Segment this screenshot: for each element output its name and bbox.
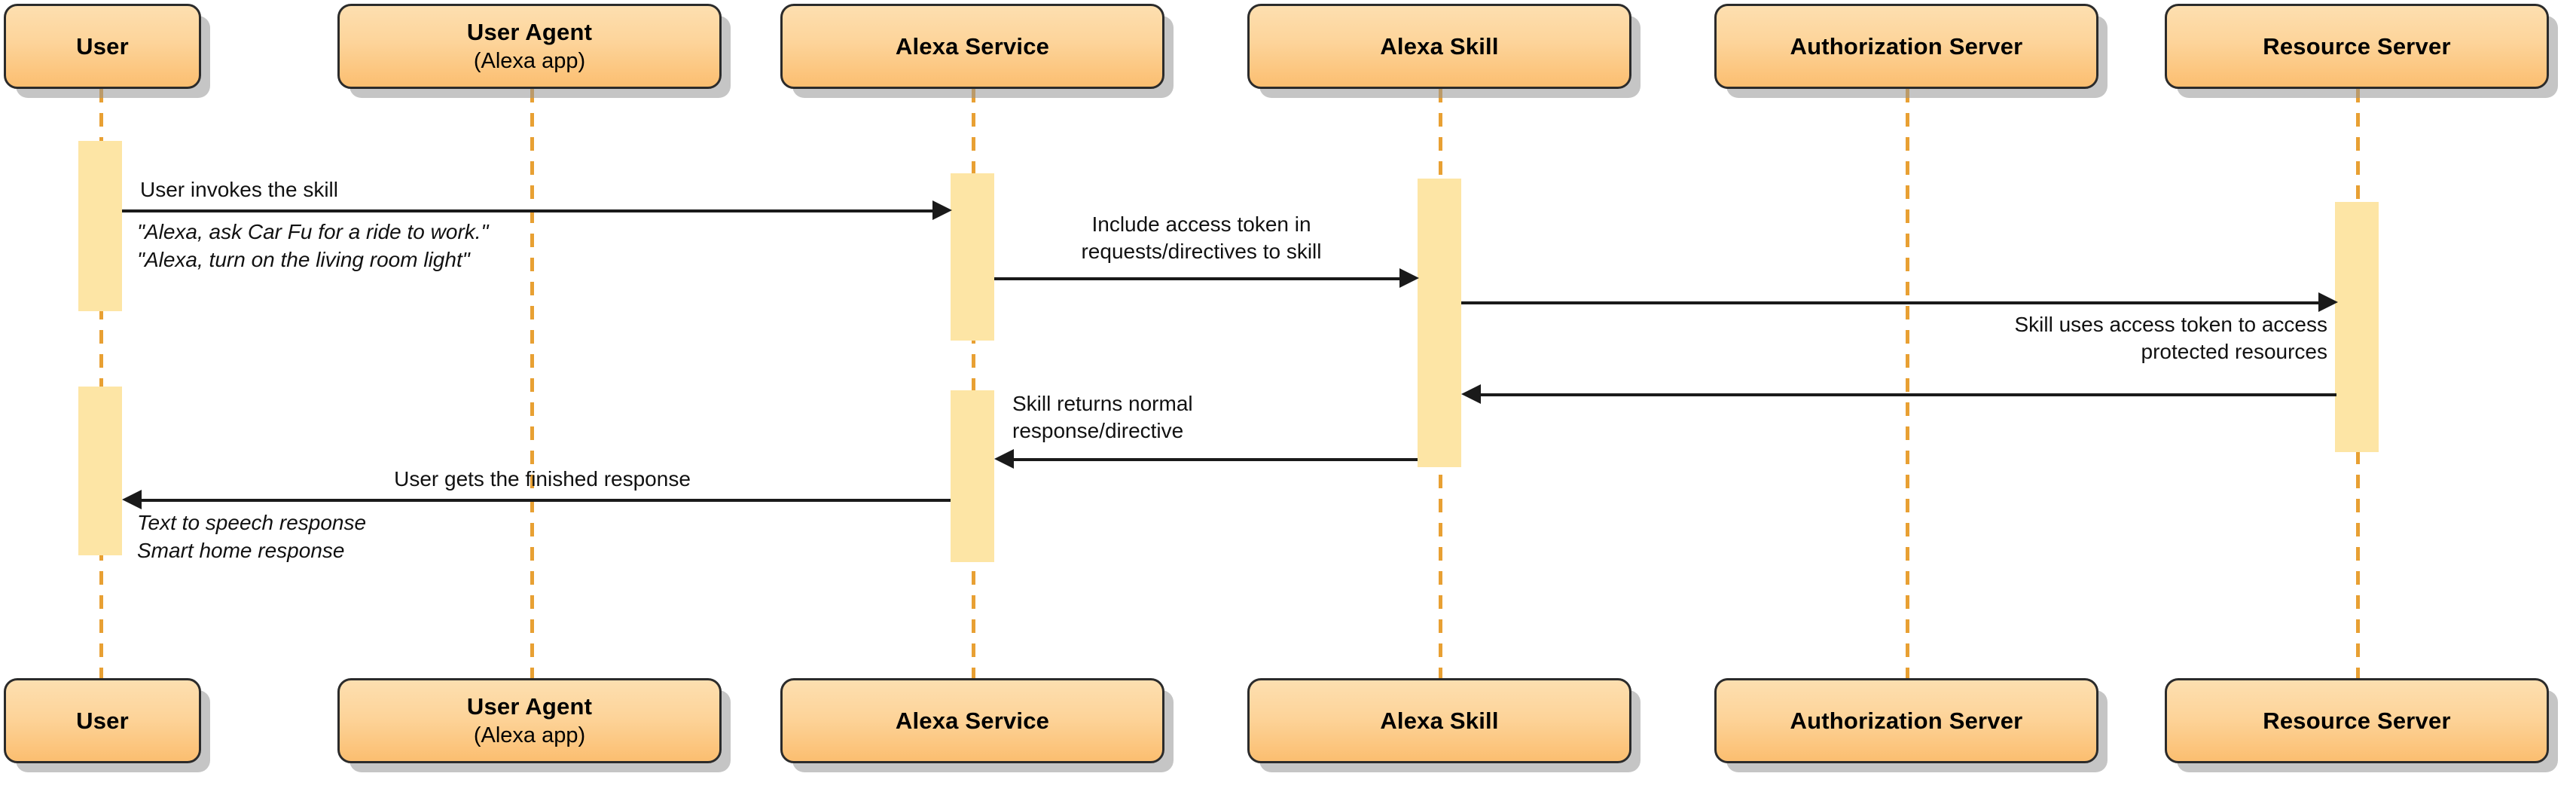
lifeline-authz: [1906, 89, 1909, 684]
participant-user-top[interactable]: User: [4, 4, 201, 89]
participant-skill-top[interactable]: Alexa Skill: [1247, 4, 1631, 89]
message-label-1: User invokes the skill: [140, 178, 338, 201]
message-arrow-line-1: [122, 209, 934, 212]
participant-service-title: Alexa Service: [895, 32, 1050, 60]
participant-resource-bottom[interactable]: Resource Server: [2165, 678, 2549, 763]
activation-user-2: [78, 387, 122, 555]
message-arrow-line-2: [994, 277, 1401, 280]
participant-user-title-bottom: User: [76, 707, 129, 734]
message-arrowhead-4: [1461, 384, 1481, 404]
message-arrow-line-5: [1014, 458, 1418, 461]
participant-skill-bottom[interactable]: Alexa Skill: [1247, 678, 1631, 763]
message-arrow-line-6: [142, 499, 951, 502]
message-arrow-line-3: [1461, 301, 2320, 304]
participant-user-bottom[interactable]: User: [4, 678, 201, 763]
message-arrow-line-4: [1481, 393, 2336, 396]
participant-authz-title: Authorization Server: [1790, 32, 2023, 60]
sequence-diagram-canvas: User invokes the skill "Alexa, ask Car F…: [0, 0, 2576, 810]
participant-resource-title: Resource Server: [2263, 32, 2451, 60]
participant-agent-top[interactable]: User Agent (Alexa app): [337, 4, 722, 89]
participant-agent-subtitle-bottom: (Alexa app): [473, 723, 586, 747]
participant-service-bottom[interactable]: Alexa Service: [780, 678, 1164, 763]
participant-authz-title-bottom: Authorization Server: [1790, 707, 2023, 734]
message-label-5: Skill returns normal response/directive: [1012, 392, 1193, 443]
message-arrowhead-2: [1399, 268, 1419, 288]
participant-agent-bottom[interactable]: User Agent (Alexa app): [337, 678, 722, 763]
participant-user-title: User: [76, 32, 129, 60]
participant-service-title-bottom: Alexa Service: [895, 707, 1050, 734]
participant-resource-title-bottom: Resource Server: [2263, 707, 2451, 734]
message-arrowhead-1: [932, 200, 952, 220]
participant-authz-top[interactable]: Authorization Server: [1714, 4, 2098, 89]
participant-agent-subtitle: (Alexa app): [473, 48, 586, 73]
participant-resource-top[interactable]: Resource Server: [2165, 4, 2549, 89]
message-label-6: User gets the finished response: [394, 467, 691, 491]
note-user-responses: Text to speech response Smart home respo…: [137, 511, 367, 562]
message-label-3: Skill uses access token to access protec…: [2014, 313, 2327, 364]
activation-service-2: [951, 390, 994, 562]
participant-skill-title-bottom: Alexa Skill: [1380, 707, 1499, 734]
message-arrowhead-5: [994, 449, 1014, 469]
message-arrowhead-3: [2318, 292, 2338, 312]
participant-authz-bottom[interactable]: Authorization Server: [1714, 678, 2098, 763]
participant-agent-title: User Agent: [466, 19, 593, 45]
participant-skill-title: Alexa Skill: [1380, 32, 1499, 60]
activation-user-1: [78, 141, 122, 311]
note-user-utterances: "Alexa, ask Car Fu for a ride to work." …: [137, 220, 489, 271]
activation-resource-1: [2335, 202, 2379, 452]
message-label-2: Include access token in requests/directi…: [1081, 212, 1322, 264]
participant-agent-title-bottom: User Agent: [466, 693, 593, 720]
participant-service-top[interactable]: Alexa Service: [780, 4, 1164, 89]
